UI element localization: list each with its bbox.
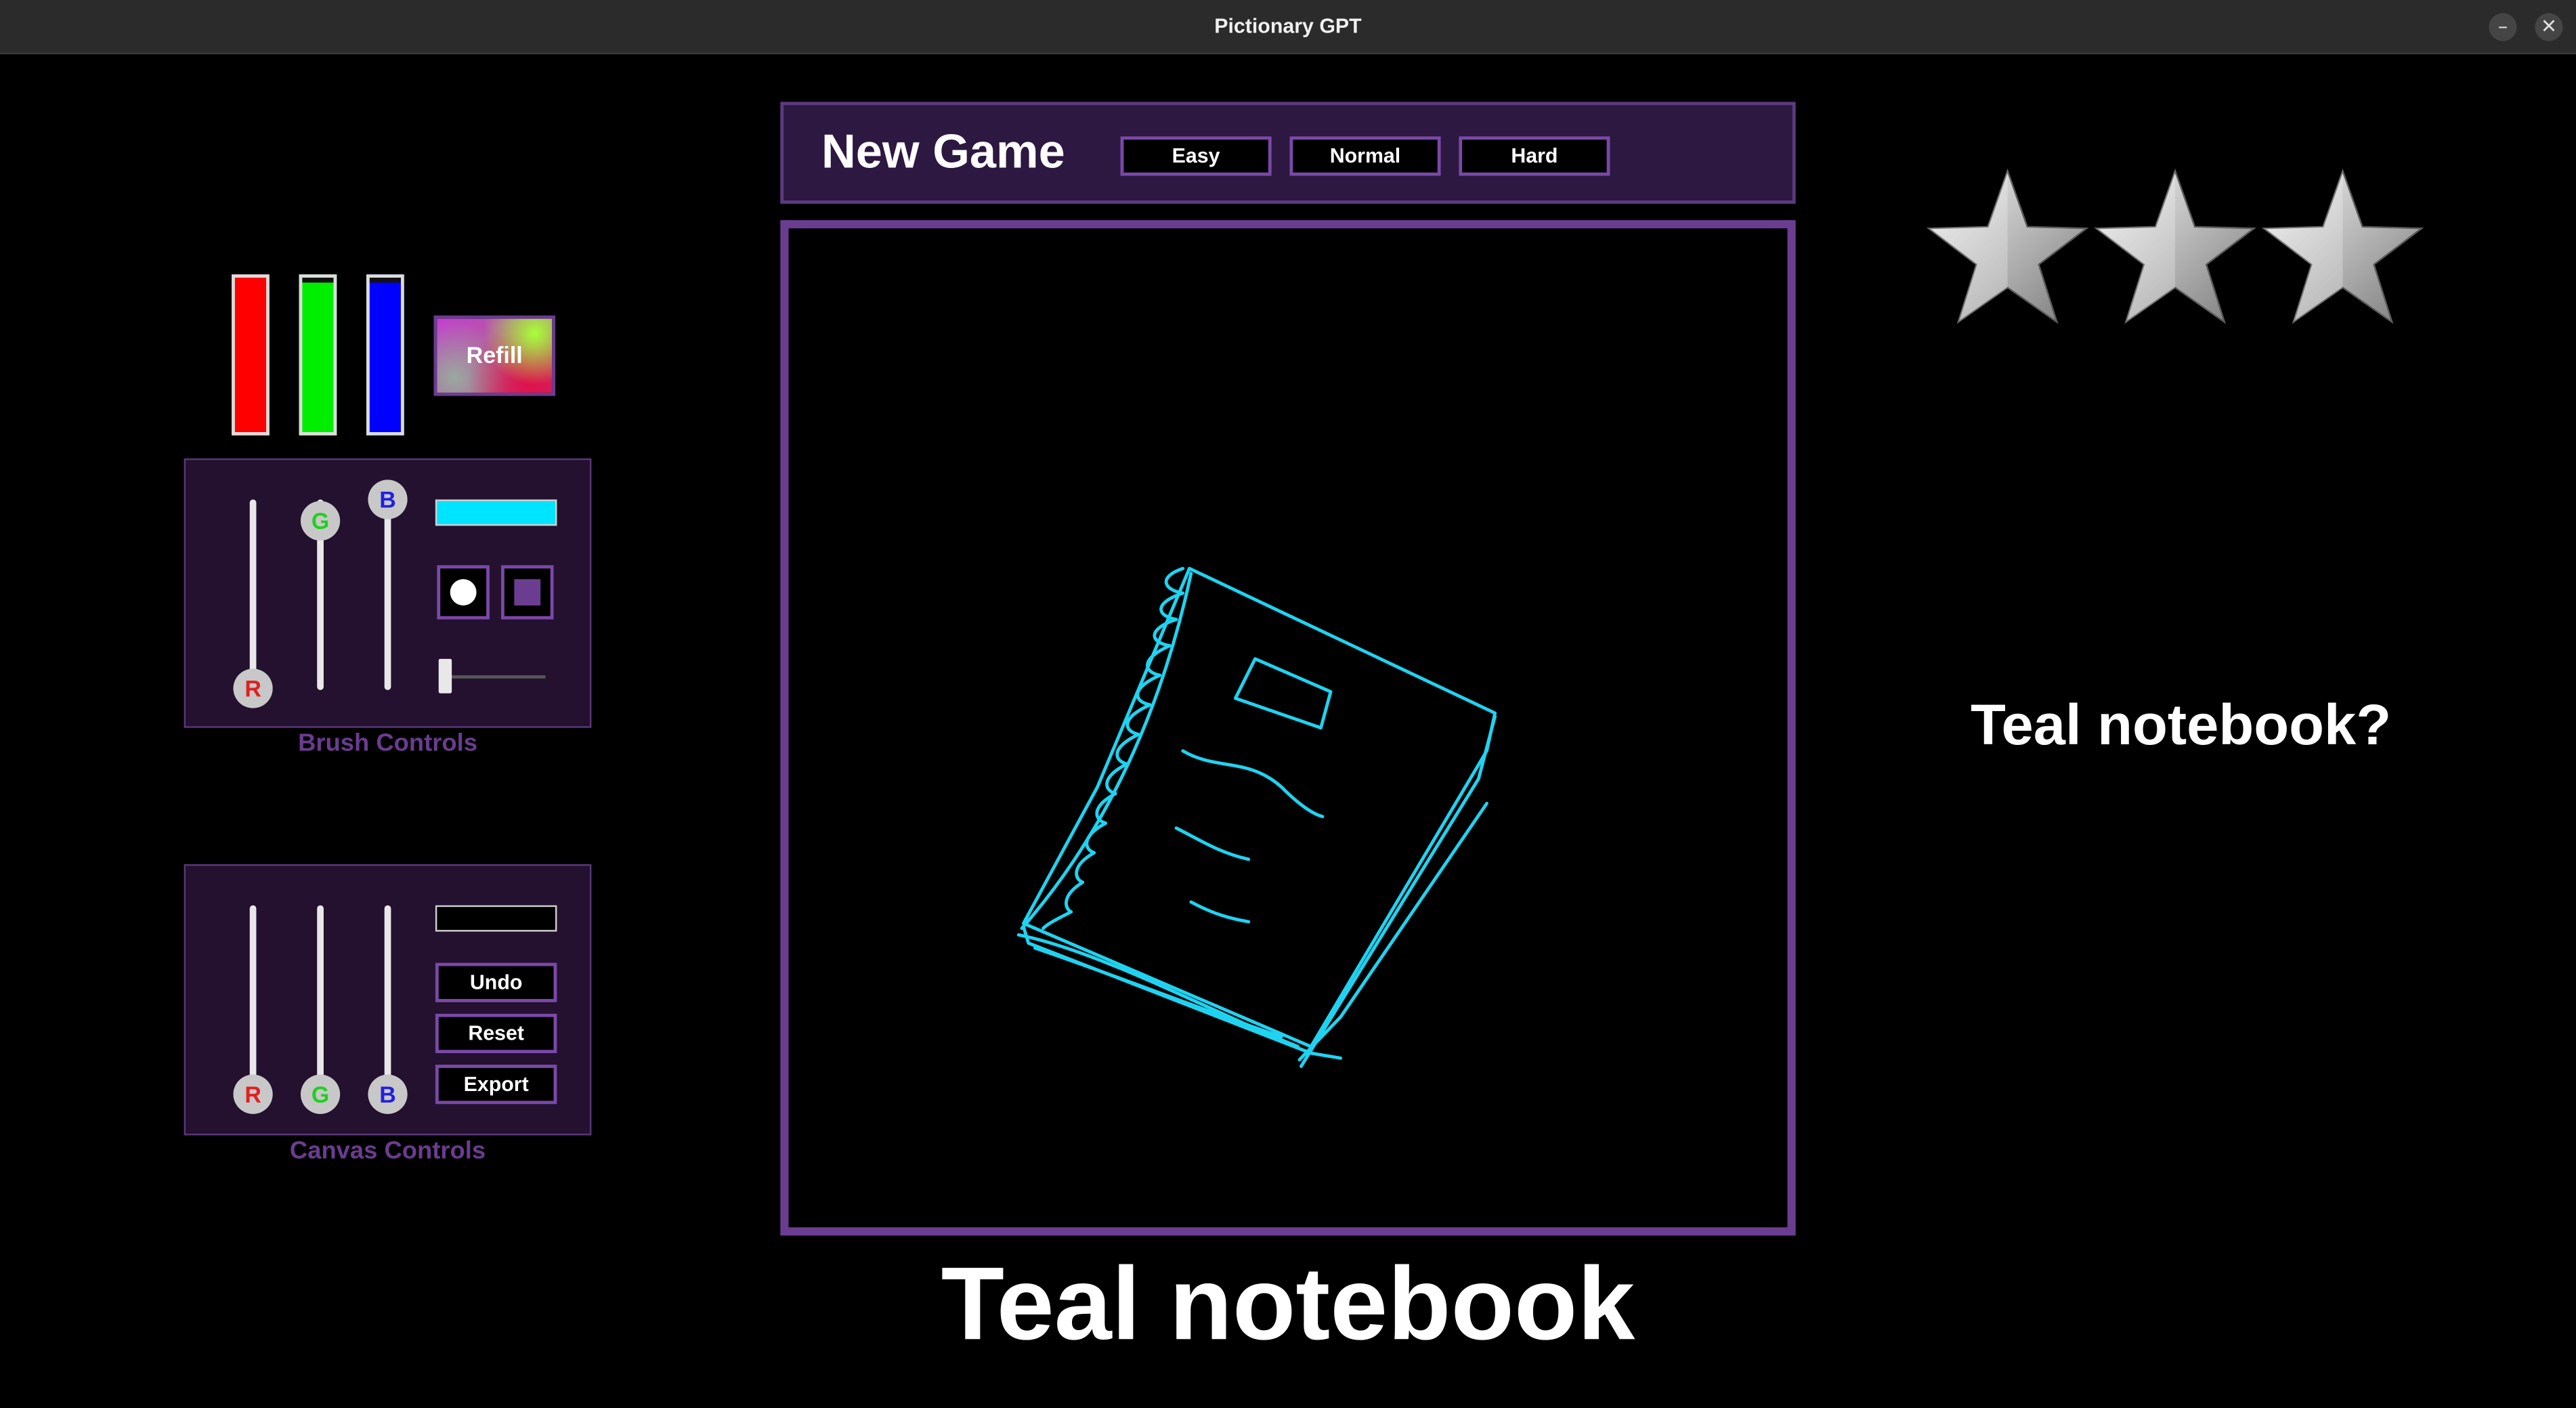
brush-b-track[interactable] [384,499,391,690]
green-ink-bar [299,274,337,435]
window-title: Pictionary GPT [1214,14,1362,38]
export-button[interactable]: Export [435,1065,557,1105]
canvas-r-track[interactable] [249,905,257,1096]
brush-r-slider-knob[interactable]: R [233,668,273,708]
star-icon [2094,168,2256,324]
app-window: Pictionary GPT – ✕ Refill R G B Brush Co… [0,0,2576,1408]
easy-button[interactable]: Easy [1120,136,1272,176]
round-brush-button[interactable] [437,565,490,620]
normal-button[interactable]: Normal [1289,136,1441,176]
brush-color-preview [435,499,557,526]
brush-controls-label: Brush Controls [298,729,477,758]
circle-icon [450,579,477,605]
square-icon [514,579,541,605]
drawing-canvas[interactable] [780,220,1796,1236]
ai-guess-text: Teal notebook? [1970,693,2392,758]
brush-controls-panel: R G B [184,458,592,728]
title-bar: Pictionary GPT – ✕ [0,0,2576,55]
canvas-color-preview [435,905,557,932]
notebook-sketch [1016,566,1497,1068]
canvas-g-slider-knob[interactable]: G [300,1074,341,1114]
refill-button[interactable]: Refill [433,315,555,396]
canvas-b-slider-knob[interactable]: B [368,1074,408,1114]
game-header: New Game Easy Normal Hard [780,102,1796,204]
hard-button[interactable]: Hard [1459,136,1610,176]
close-icon[interactable]: ✕ [2535,13,2563,41]
canvas-controls-label: Canvas Controls [289,1136,486,1166]
canvas-g-track[interactable] [317,905,324,1096]
canvas-r-slider-knob[interactable]: R [233,1074,273,1114]
answer-text: Teal notebook [941,1247,1635,1363]
brush-b-slider-knob[interactable]: B [368,479,408,519]
star-icon [1926,168,2089,324]
undo-button[interactable]: Undo [435,962,557,1002]
square-brush-button[interactable] [500,565,554,620]
new-game-title[interactable]: New Game [821,105,1065,200]
reset-button[interactable]: Reset [435,1013,557,1054]
brush-size-track[interactable] [444,675,546,679]
brush-g-slider-knob[interactable]: G [300,500,341,541]
red-ink-bar [232,274,270,435]
star-icon [2261,168,2424,324]
brush-r-track[interactable] [249,499,257,690]
minimize-icon[interactable]: – [2489,13,2517,41]
canvas-b-track[interactable] [384,905,391,1096]
canvas-controls-panel: R G B Undo Reset Export [184,864,592,1136]
blue-ink-bar [366,274,404,435]
brush-size-handle[interactable] [438,658,452,694]
